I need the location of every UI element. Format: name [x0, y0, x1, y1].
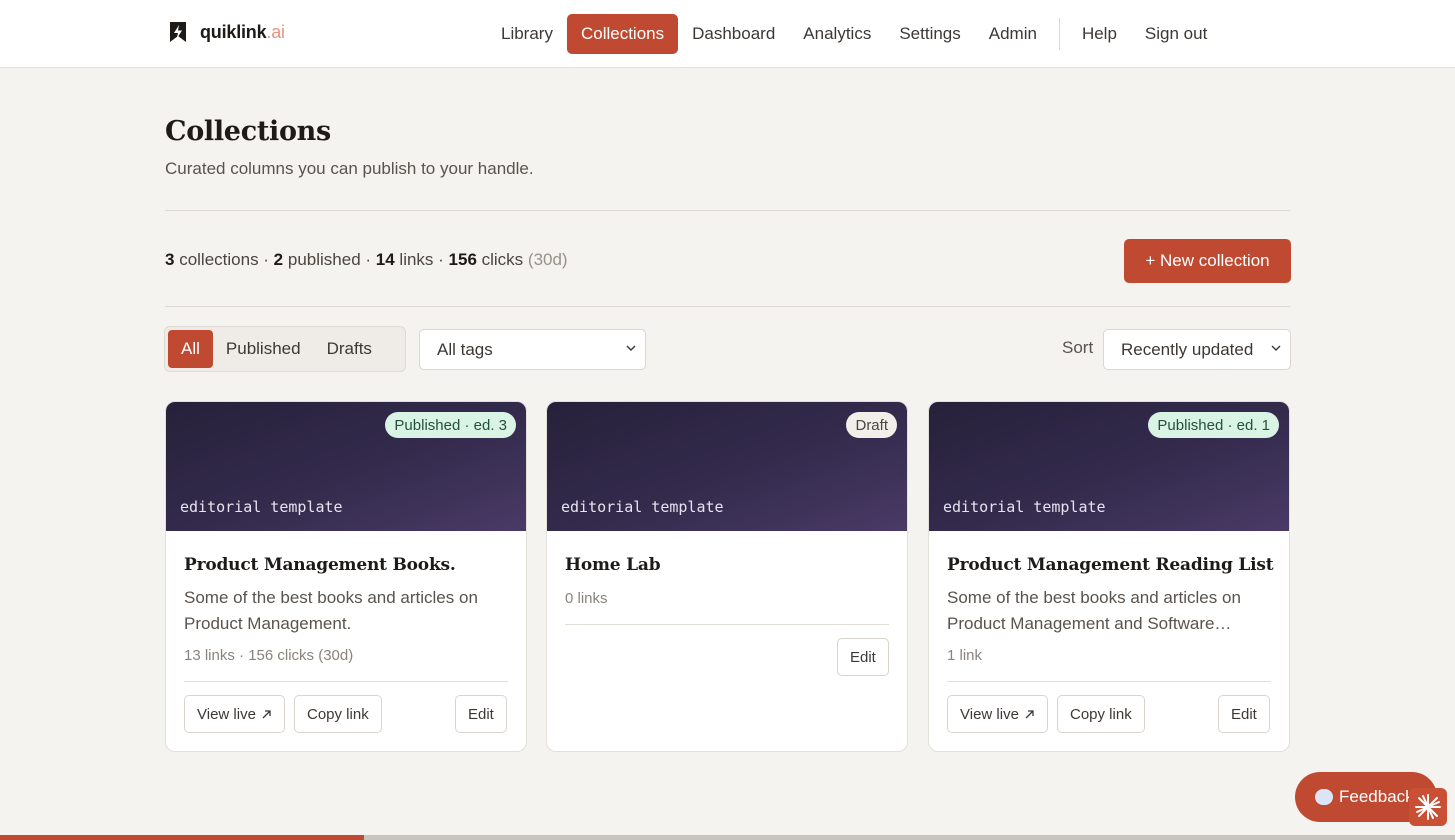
collection-card[interactable]: Published · ed. 1 editorial template Pro… — [928, 401, 1290, 752]
nav-help[interactable]: Help — [1068, 14, 1131, 54]
card-divider — [184, 681, 508, 682]
chat-bubble-icon — [1315, 789, 1333, 805]
stat-period: (30d) — [527, 250, 568, 269]
edit-button[interactable]: Edit — [1218, 695, 1270, 733]
card-divider — [565, 624, 889, 625]
nav-library[interactable]: Library — [487, 14, 567, 54]
tags-select[interactable]: All tags — [419, 329, 646, 370]
tags-select-value: All tags — [437, 339, 493, 359]
collection-card[interactable]: Draft editorial template Home Lab 0 link… — [546, 401, 908, 752]
view-live-button[interactable]: View live — [947, 695, 1048, 733]
card-meta: 0 links — [565, 590, 608, 607]
card-title[interactable]: Product Management Books. — [184, 555, 456, 575]
edit-button[interactable]: Edit — [455, 695, 507, 733]
sort-select[interactable]: Recently updated — [1103, 329, 1291, 370]
card-meta: 1 link — [947, 647, 983, 664]
filter-all[interactable]: All — [168, 330, 213, 368]
main-nav: Library Collections Dashboard Analytics … — [487, 14, 1221, 54]
stat-links-count: 14 — [375, 250, 395, 269]
stat-published-count: 2 — [273, 250, 284, 269]
status-filter: All Published Drafts — [164, 326, 406, 372]
nav-admin[interactable]: Admin — [975, 14, 1051, 54]
status-badge: Published · ed. 1 — [1148, 412, 1279, 438]
status-badge: Draft — [846, 412, 897, 438]
nav-settings[interactable]: Settings — [885, 14, 974, 54]
card-description: Some of the best books and articles on P… — [947, 588, 1241, 633]
view-live-button[interactable]: View live — [184, 695, 285, 733]
external-link-icon — [1025, 709, 1034, 718]
copy-link-button[interactable]: Copy link — [1057, 695, 1145, 733]
card-banner: Published · ed. 3 editorial template — [166, 402, 526, 531]
sort-label: Sort — [1062, 338, 1094, 357]
divider — [165, 306, 1290, 307]
nav-collections[interactable]: Collections — [566, 14, 679, 54]
nav-dashboard[interactable]: Dashboard — [678, 14, 789, 54]
filter-drafts[interactable]: Drafts — [314, 330, 385, 368]
edit-button[interactable]: Edit — [837, 638, 889, 676]
status-badge: Published · ed. 3 — [385, 412, 516, 438]
page-subtitle: Curated columns you can publish to your … — [165, 159, 534, 178]
chevron-down-icon — [1271, 345, 1281, 351]
feedback-label: Feedback — [1339, 787, 1414, 806]
card-banner: Published · ed. 1 editorial template — [929, 402, 1289, 531]
card-title[interactable]: Product Management Reading List — [947, 555, 1274, 575]
chevron-down-icon — [626, 345, 636, 351]
stat-collections-count: 3 — [165, 250, 175, 269]
copy-link-button[interactable]: Copy link — [294, 695, 382, 733]
nav-sign-out[interactable]: Sign out — [1131, 14, 1221, 54]
nav-divider — [1058, 18, 1060, 50]
divider — [165, 210, 1290, 211]
card-meta: 13 links · 156 clicks (30d) — [184, 647, 354, 664]
template-label: editorial template — [943, 498, 1106, 516]
asterisk-icon — [1415, 794, 1441, 820]
template-label: editorial template — [561, 498, 724, 516]
filter-published[interactable]: Published — [213, 330, 314, 368]
template-label: editorial template — [180, 498, 343, 516]
collection-stats: 3 collections · 2 published · 14 links ·… — [165, 250, 568, 270]
page-title: Collections — [165, 116, 331, 147]
card-divider — [947, 681, 1271, 682]
nav-analytics[interactable]: Analytics — [789, 14, 885, 54]
new-collection-button[interactable]: + New collection — [1124, 239, 1291, 283]
brand[interactable]: quiklink.ai — [168, 20, 285, 44]
card-title[interactable]: Home Lab — [565, 555, 661, 575]
stat-collections-label: collections · — [174, 250, 274, 269]
sort-select-value: Recently updated — [1121, 339, 1254, 359]
collection-card[interactable]: Published · ed. 3 editorial template Pro… — [165, 401, 527, 752]
view-live-label: View live — [197, 705, 256, 723]
top-navigation-bar: quiklink.ai Library Collections Dashboar… — [0, 0, 1455, 68]
view-live-label: View live — [960, 705, 1019, 723]
card-description: Some of the best books and articles on P… — [184, 588, 478, 633]
brand-name: quiklink.ai — [200, 21, 285, 42]
stat-clicks-label: clicks — [476, 250, 528, 269]
external-link-icon — [262, 709, 271, 718]
scroll-progress-bar — [0, 835, 1455, 840]
sparkle-icon[interactable] — [1409, 788, 1447, 826]
stat-links-label: links · — [394, 250, 449, 269]
bookmark-bolt-logo-icon — [170, 22, 186, 42]
stat-published-label: published · — [283, 250, 376, 269]
scroll-progress-fill — [0, 835, 364, 840]
card-banner: Draft editorial template — [547, 402, 907, 531]
stat-clicks-count: 156 — [448, 250, 477, 269]
